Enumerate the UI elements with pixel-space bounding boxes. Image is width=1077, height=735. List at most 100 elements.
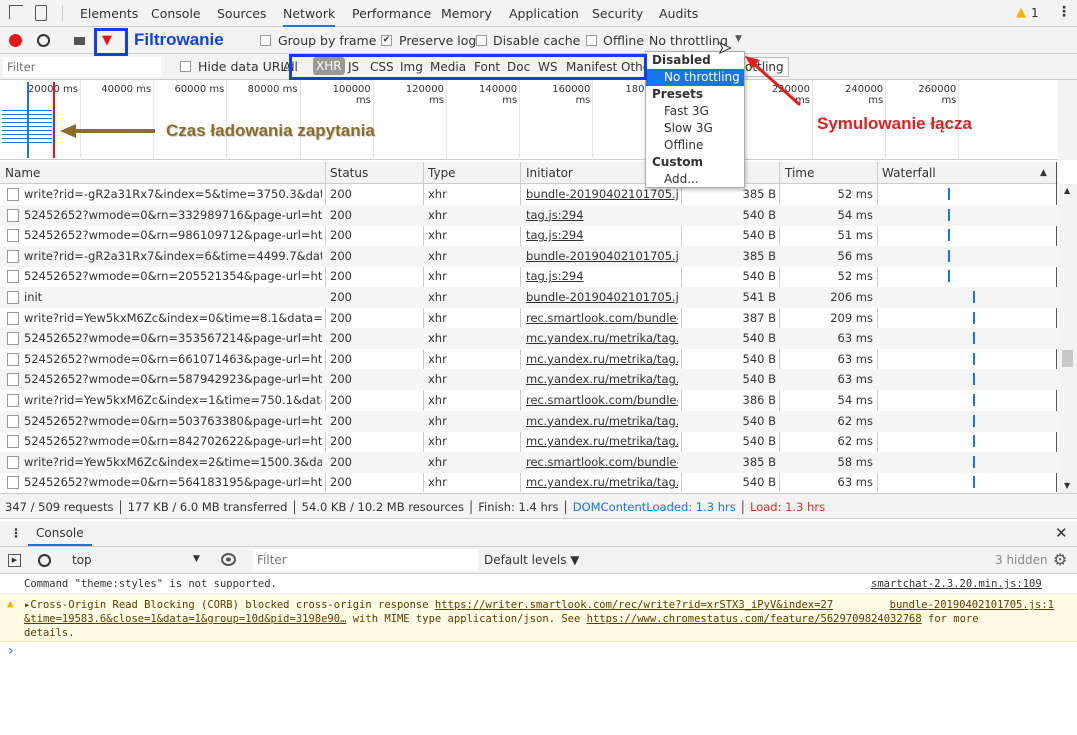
- request-name[interactable]: 52452652?wmode=0&rn=503763380&page-url=h…: [24, 414, 322, 428]
- table-row[interactable]: write?rid=Yew5kxM6Zc&index=2&time=1500.3…: [0, 451, 1058, 473]
- request-initiator-link[interactable]: mc.yandex.ru/metrika/tag.j...: [526, 434, 678, 448]
- row-checkbox-icon: [7, 332, 19, 346]
- table-row[interactable]: 52452652?wmode=0&rn=205521354&page-url=h…: [0, 266, 1058, 287]
- request-initiator-link[interactable]: mc.yandex.ru/metrika/tag.j...: [526, 475, 678, 489]
- log-levels-select[interactable]: Default levels ▼: [484, 553, 580, 567]
- request-name[interactable]: 52452652?wmode=0&rn=205521354&page-url=h…: [24, 269, 322, 283]
- request-type: xhr: [428, 372, 447, 387]
- show-sidebar-icon[interactable]: ▶: [8, 554, 21, 567]
- request-name[interactable]: write?rid=-gR2a31Rx7&index=6&time=4499.7…: [24, 249, 322, 263]
- scroll-down-icon[interactable]: ▼: [1064, 481, 1070, 490]
- request-initiator-link[interactable]: rec.smartlook.com/bundle-...: [526, 393, 678, 407]
- request-type: xhr: [428, 207, 447, 222]
- table-row[interactable]: write?rid=Yew5kxM6Zc&index=1&time=750.1&…: [0, 390, 1058, 411]
- request-initiator-link[interactable]: rec.smartlook.com/bundle-...: [526, 455, 678, 469]
- live-expression-eye-icon[interactable]: [221, 553, 236, 566]
- request-initiator-link[interactable]: tag.js:294: [526, 228, 678, 242]
- request-type: xhr: [428, 434, 447, 449]
- table-row[interactable]: write?rid=-gR2a31Rx7&index=6&time=4499.7…: [0, 245, 1058, 267]
- row-checkbox-icon: [7, 435, 19, 449]
- request-time: 56 ms: [837, 248, 873, 263]
- table-scrollbar[interactable]: ▲ ▼: [1058, 184, 1077, 493]
- request-name[interactable]: 52452652?wmode=0&rn=842702622&page-url=h…: [24, 434, 322, 448]
- warning-url-link[interactable]: https://writer.smartlook.com/rec/write?r…: [435, 599, 833, 611]
- request-status: 200: [330, 290, 352, 304]
- table-row[interactable]: 52452652?wmode=0&rn=661071463&page-url=h…: [0, 349, 1058, 370]
- close-drawer-icon[interactable]: ✕: [1055, 524, 1068, 542]
- request-size: 540 B: [742, 351, 777, 366]
- waterfall-bar: [973, 291, 975, 303]
- table-row[interactable]: 52452652?wmode=0&rn=503763380&page-url=h…: [0, 410, 1058, 432]
- scrollbar-thumb[interactable]: [1062, 350, 1073, 367]
- request-type: xhr: [428, 454, 447, 469]
- table-row[interactable]: 52452652?wmode=0&rn=986109712&page-url=h…: [0, 225, 1058, 246]
- warning-text: ▸Cross-Origin Read Blocking (CORB) block…: [24, 599, 435, 611]
- request-size: 540 B: [742, 228, 777, 243]
- request-type: xhr: [428, 331, 447, 346]
- request-status: 200: [330, 310, 352, 325]
- request-time: 54 ms: [837, 393, 873, 407]
- request-time: 62 ms: [837, 434, 873, 449]
- console-source-link[interactable]: smartchat-2.3.20.min.js:109: [871, 578, 1042, 590]
- chromestatus-link[interactable]: https://www.chromestatus.com/feature/562…: [587, 613, 922, 625]
- request-name[interactable]: init: [24, 290, 322, 304]
- request-size: 541 B: [742, 290, 777, 304]
- warning-url-link-cont[interactable]: &time=19583.6&close=1&data=1&group=10d&p…: [24, 613, 346, 625]
- request-initiator-link[interactable]: tag.js:294: [526, 208, 678, 222]
- request-name[interactable]: 52452652?wmode=0&rn=661071463&page-url=h…: [24, 352, 322, 366]
- row-checkbox-icon: [7, 311, 19, 325]
- request-time: 62 ms: [837, 413, 873, 428]
- table-row[interactable]: 52452652?wmode=0&rn=587942923&page-url=h…: [0, 369, 1058, 391]
- request-type: xhr: [428, 475, 447, 490]
- warning-source-link[interactable]: bundle-20190402101705.js:1: [890, 598, 1054, 612]
- console-toolbar: ▶ top ▼ Default levels ▼ 3 hidden ⚙: [0, 547, 1077, 574]
- request-name[interactable]: 52452652?wmode=0&rn=564183195&page-url=h…: [24, 475, 322, 489]
- throttling-arrow: [753, 62, 801, 107]
- console-filter-input[interactable]: [253, 549, 478, 571]
- request-initiator-link[interactable]: mc.yandex.ru/metrika/tag.j...: [526, 331, 678, 345]
- request-type: xhr: [428, 290, 447, 304]
- clear-console-icon[interactable]: [38, 554, 51, 567]
- load-time-arrowhead: [60, 124, 76, 138]
- request-time: 63 ms: [837, 351, 873, 366]
- request-status: 200: [330, 269, 352, 284]
- table-row[interactable]: 52452652?wmode=0&rn=564183195&page-url=h…: [0, 472, 1058, 493]
- request-type: xhr: [428, 310, 447, 325]
- request-name[interactable]: 52452652?wmode=0&rn=587942923&page-url=h…: [24, 372, 322, 386]
- waterfall-bar: [973, 352, 975, 365]
- request-time: 209 ms: [830, 310, 873, 325]
- request-time: 51 ms: [837, 228, 873, 243]
- settings-gear-icon[interactable]: ⚙: [1053, 550, 1067, 569]
- request-initiator-link[interactable]: bundle-20190402101705.js:1: [526, 249, 678, 263]
- request-name[interactable]: write?rid=Yew5kxM6Zc&index=0&time=8.1&da…: [24, 311, 322, 325]
- drawer-menu-icon[interactable]: ⋮: [10, 526, 22, 540]
- request-initiator-link[interactable]: bundle-20190402101705.js:1: [526, 290, 678, 304]
- request-initiator-link[interactable]: rec.smartlook.com/bundle-...: [526, 311, 678, 325]
- request-name[interactable]: 52452652?wmode=0&rn=986109712&page-url=h…: [24, 228, 322, 242]
- request-initiator-link[interactable]: mc.yandex.ru/metrika/tag.j...: [526, 352, 678, 366]
- context-select[interactable]: top: [72, 553, 92, 567]
- table-row[interactable]: 52452652?wmode=0&rn=353567214&page-url=h…: [0, 328, 1058, 350]
- request-size: 540 B: [742, 475, 777, 490]
- request-status: 200: [330, 454, 352, 469]
- request-initiator-link[interactable]: mc.yandex.ru/metrika/tag.j...: [526, 414, 678, 428]
- row-checkbox-icon: [7, 229, 19, 243]
- console-prompt[interactable]: ›: [8, 643, 14, 659]
- request-name[interactable]: write?rid=Yew5kxM6Zc&index=2&time=1500.3…: [24, 455, 322, 469]
- request-name[interactable]: 52452652?wmode=0&rn=353567214&page-url=h…: [24, 331, 322, 345]
- table-row[interactable]: init 200 xhr bundle-20190402101705.js:1 …: [0, 287, 1058, 308]
- table-row[interactable]: 52452652?wmode=0&rn=332989716&page-url=h…: [0, 204, 1058, 226]
- request-status: 200: [330, 475, 352, 490]
- request-initiator-link[interactable]: mc.yandex.ru/metrika/tag.j...: [526, 372, 678, 386]
- row-checkbox-icon: [7, 291, 19, 304]
- table-row[interactable]: 52452652?wmode=0&rn=842702622&page-url=h…: [0, 431, 1058, 452]
- chevron-down-icon[interactable]: ▼: [193, 554, 200, 564]
- dom-content-loaded-time: DOMContentLoaded: 1.3 hrs: [572, 500, 736, 514]
- request-status: 200: [330, 207, 352, 222]
- request-name[interactable]: 52452652?wmode=0&rn=332989716&page-url=h…: [24, 208, 322, 222]
- request-name[interactable]: write?rid=Yew5kxM6Zc&index=1&time=750.1&…: [24, 393, 322, 407]
- table-row[interactable]: write?rid=Yew5kxM6Zc&index=0&time=8.1&da…: [0, 308, 1058, 329]
- drawer-tab-console[interactable]: Console: [28, 526, 92, 546]
- request-initiator-link[interactable]: tag.js:294: [526, 269, 678, 283]
- row-checkbox-icon: [7, 352, 19, 366]
